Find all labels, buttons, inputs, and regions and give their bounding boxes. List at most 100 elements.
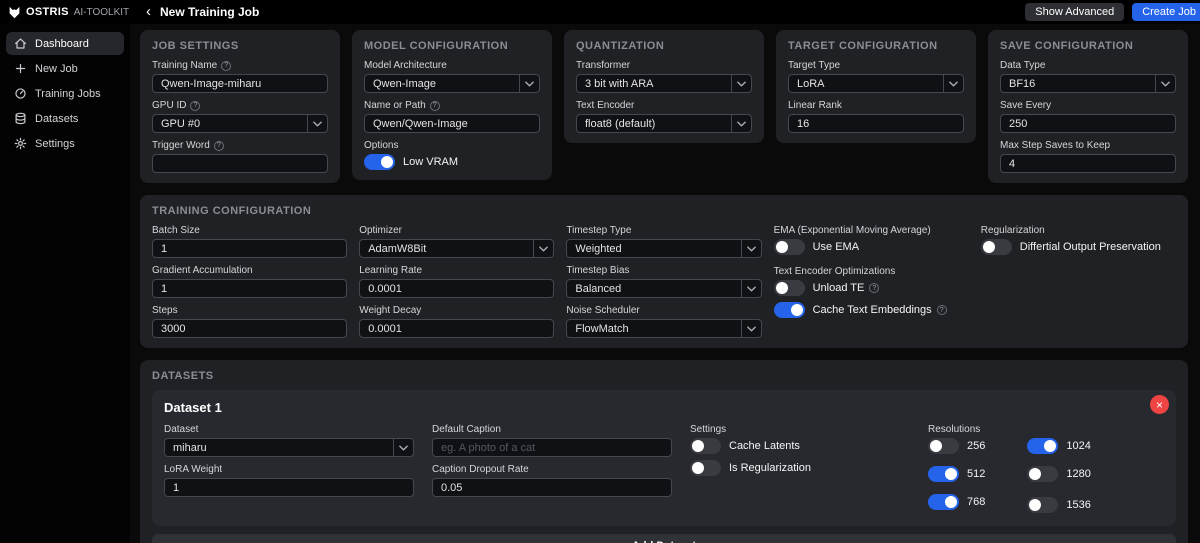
card-title: MODEL CONFIGURATION <box>364 40 509 52</box>
topbar-actions: Show Advanced Create Job <box>1025 3 1200 21</box>
field-label: Dataset <box>164 424 199 435</box>
linear-rank-input[interactable] <box>788 114 964 133</box>
default-caption-input[interactable] <box>432 438 672 457</box>
field-label: Trigger Word <box>152 140 210 151</box>
lora-weight-input[interactable] <box>164 478 414 497</box>
name-or-path-input[interactable] <box>364 114 540 133</box>
field-label: Transformer <box>576 60 631 71</box>
toggle-label: 1536 <box>1066 499 1091 511</box>
cache-latents-toggle[interactable] <box>690 438 721 454</box>
batch-size-input[interactable] <box>152 239 348 258</box>
info-icon[interactable]: ? <box>936 305 947 315</box>
training-column-ema-te: EMA (Exponential Moving Average) Use EMA… <box>773 225 969 338</box>
info-icon[interactable]: ? <box>429 100 440 111</box>
toggle-label: 256 <box>967 440 986 452</box>
create-job-button[interactable]: Create Job <box>1132 3 1200 21</box>
sidebar-item-datasets[interactable]: Datasets <box>6 107 124 130</box>
steps-input[interactable] <box>152 319 348 338</box>
save-data-type-select[interactable]: BF16 <box>1000 74 1176 93</box>
gpu-id-select[interactable]: GPU #0 <box>152 114 328 133</box>
close-icon: × <box>1155 397 1163 412</box>
is-regularization-toggle[interactable] <box>690 460 721 476</box>
learning-rate-input[interactable] <box>359 279 555 298</box>
trigger-word-input[interactable] <box>152 154 328 173</box>
gradient-accumulation-input[interactable] <box>152 279 348 298</box>
optimizer-select[interactable]: AdamW8Bit <box>359 239 555 258</box>
show-advanced-button[interactable]: Show Advanced <box>1025 3 1125 21</box>
plus-icon <box>14 62 27 75</box>
chevron-down-icon <box>393 439 413 456</box>
info-icon[interactable]: ? <box>190 100 201 111</box>
chevron-down-icon <box>740 240 761 257</box>
field-label: Gradient Accumulation <box>152 265 253 276</box>
resolution-256-toggle[interactable] <box>928 438 959 454</box>
weight-decay-input[interactable] <box>359 319 555 338</box>
field-label: Max Step Saves to Keep <box>1000 140 1111 151</box>
dataset-column-resolutions: Resolutions 256 1024 512 1280 768 1536 <box>928 424 1091 516</box>
toggle-label: 1280 <box>1066 468 1091 480</box>
dataset-item: × Dataset 1 Dataset miharu LoRA Weight 1… <box>152 390 1176 526</box>
sidebar-item-settings[interactable]: Settings <box>6 132 124 155</box>
transformer-quantization-select[interactable]: 3 bit with ARA <box>576 74 752 93</box>
page-head: ‹ New Training Job <box>146 4 259 20</box>
max-step-saves-input[interactable] <box>1000 154 1176 173</box>
resolution-1536-toggle[interactable] <box>1027 497 1059 513</box>
text-encoder-quantization-select[interactable]: float8 (default) <box>576 114 752 133</box>
database-icon <box>14 112 27 125</box>
noise-scheduler-select[interactable]: FlowMatch <box>566 319 762 338</box>
low-vram-toggle[interactable] <box>364 154 395 170</box>
training-column-basic: Batch Size Gradient Accumulation Steps <box>152 225 348 338</box>
use-ema-toggle[interactable] <box>773 239 805 255</box>
field-label: LoRA Weight <box>164 464 223 475</box>
sidebar-item-dashboard[interactable]: Dashboard <box>6 32 124 55</box>
sidebar-item-training-jobs[interactable]: Training Jobs <box>6 82 124 105</box>
target-type-select[interactable]: LoRA <box>788 74 964 93</box>
toggle-label: 1024 <box>1066 440 1091 452</box>
chevron-down-icon <box>1155 75 1175 92</box>
field-label: Default Caption <box>432 424 501 435</box>
job-settings-card: JOB SETTINGS Training Name? GPU ID? GPU … <box>140 30 340 183</box>
field-label: Weight Decay <box>359 305 422 316</box>
training-name-input[interactable] <box>152 74 328 93</box>
dataset-column-caption: Default Caption Caption Dropout Rate <box>432 424 672 497</box>
remove-dataset-button[interactable]: × <box>1150 395 1169 414</box>
card-title: QUANTIZATION <box>576 40 665 52</box>
timestep-bias-select[interactable]: Balanced <box>566 279 762 298</box>
add-dataset-button[interactable]: Add Dataset <box>152 534 1176 543</box>
info-icon[interactable]: ? <box>221 60 232 71</box>
main-content: JOB SETTINGS Training Name? GPU ID? GPU … <box>130 24 1200 543</box>
sidebar: Dashboard New Job Training Jobs Datasets… <box>0 24 130 543</box>
differential-output-preservation-toggle[interactable] <box>980 239 1012 255</box>
chevron-down-icon <box>740 280 761 297</box>
model-architecture-select[interactable]: Qwen-Image <box>364 74 540 93</box>
resolution-1024-toggle[interactable] <box>1027 438 1059 454</box>
sidebar-item-label: Datasets <box>35 112 79 125</box>
field-label: Name or Path <box>364 100 426 111</box>
info-icon[interactable]: ? <box>213 140 224 151</box>
group-label: Resolutions <box>928 424 981 435</box>
select-value: FlowMatch <box>575 322 629 335</box>
sidebar-item-new-job[interactable]: New Job <box>6 57 124 80</box>
training-column-timestep: Timestep Type Weighted Timestep Bias Bal… <box>566 225 762 338</box>
resolution-768-toggle[interactable] <box>928 494 959 510</box>
field-label: Data Type <box>1000 60 1046 71</box>
dataset-title: Dataset 1 <box>164 400 222 415</box>
dataset-select[interactable]: miharu <box>164 438 414 457</box>
timestep-type-select[interactable]: Weighted <box>566 239 762 258</box>
brand-suffix: AI-TOOLKIT <box>73 6 130 18</box>
toggle-label: Low VRAM <box>403 156 459 168</box>
save-configuration-card: SAVE CONFIGURATION Data Type BF16 Save E… <box>988 30 1188 183</box>
save-every-input[interactable] <box>1000 114 1176 133</box>
info-icon[interactable]: ? <box>869 283 880 293</box>
quantization-card: QUANTIZATION Transformer 3 bit with ARA … <box>564 30 764 143</box>
caption-dropout-rate-input[interactable] <box>432 478 672 497</box>
field-label: Steps <box>152 305 178 316</box>
card-title: DATASETS <box>152 370 214 382</box>
back-icon[interactable]: ‹ <box>146 4 151 19</box>
resolution-1280-toggle[interactable] <box>1027 466 1059 482</box>
chevron-down-icon <box>740 320 761 337</box>
chevron-down-icon <box>731 115 751 132</box>
cache-text-embeddings-toggle[interactable] <box>773 302 805 318</box>
resolution-512-toggle[interactable] <box>928 466 959 482</box>
unload-te-toggle[interactable] <box>773 280 805 296</box>
